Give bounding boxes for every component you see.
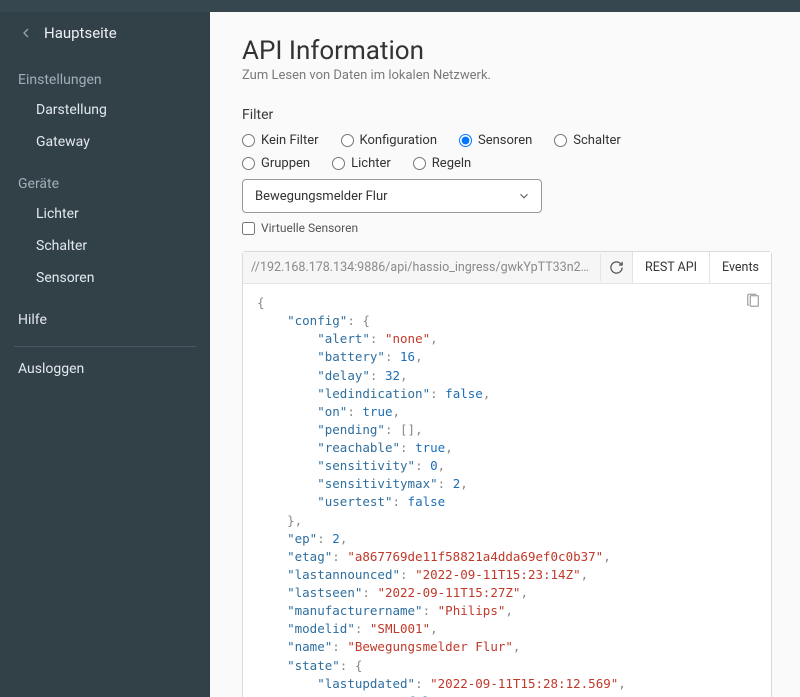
filter-radio-kein-filter[interactable]: Kein Filter <box>242 133 319 148</box>
filter-radio-regeln[interactable]: Regeln <box>413 156 471 171</box>
filter-radio-input[interactable] <box>332 157 345 170</box>
arrow-left-icon <box>18 25 34 41</box>
refresh-icon <box>609 260 624 275</box>
sidebar-group-title: Geräte <box>0 158 210 198</box>
sidebar-item-gateway[interactable]: Gateway <box>0 126 210 158</box>
filter-radio-gruppen[interactable]: Gruppen <box>242 156 310 171</box>
filter-radio-input[interactable] <box>413 157 426 170</box>
filter-radio-lichter[interactable]: Lichter <box>332 156 391 171</box>
api-panel: //192.168.178.134:9886/api/hassio_ingres… <box>242 251 772 697</box>
sidebar-logout[interactable]: Ausloggen <box>0 347 210 383</box>
filter-radio-input[interactable] <box>459 134 472 147</box>
filter-radio-label: Regeln <box>432 156 471 171</box>
copy-button[interactable] <box>745 292 761 314</box>
sidebar-item-schalter[interactable]: Schalter <box>0 230 210 262</box>
virtual-sensors-label: Virtuelle Sensoren <box>261 221 358 235</box>
sidebar-item-lichter[interactable]: Lichter <box>0 198 210 230</box>
sidebar-help[interactable]: Hilfe <box>0 294 210 334</box>
chevron-down-icon <box>517 189 531 203</box>
filter-heading: Filter <box>242 107 772 123</box>
events-tab[interactable]: Events <box>709 252 771 283</box>
sidebar: Hauptseite EinstellungenDarstellungGatew… <box>0 12 210 697</box>
page-subtitle: Zum Lesen von Daten im lokalen Netzwerk. <box>242 68 772 83</box>
refresh-button[interactable] <box>600 254 632 281</box>
filter-radio-label: Gruppen <box>261 156 310 171</box>
main-content: API Information Zum Lesen von Daten im l… <box>210 12 800 697</box>
sensor-select-value: Bewegungsmelder Flur <box>255 189 388 204</box>
api-url-bar[interactable]: //192.168.178.134:9886/api/hassio_ingres… <box>243 252 600 283</box>
filter-radio-input[interactable] <box>242 134 255 147</box>
filter-radio-input[interactable] <box>341 134 354 147</box>
sidebar-item-darstellung[interactable]: Darstellung <box>0 94 210 126</box>
filter-radio-input[interactable] <box>554 134 567 147</box>
clipboard-icon <box>745 292 761 310</box>
sidebar-item-sensoren[interactable]: Sensoren <box>0 262 210 294</box>
rest-api-tab[interactable]: REST API <box>632 252 709 283</box>
filter-radio-label: Kein Filter <box>261 133 319 148</box>
sidebar-group-title: Einstellungen <box>0 54 210 94</box>
filter-radio-input[interactable] <box>242 157 255 170</box>
filter-radio-konfiguration[interactable]: Konfiguration <box>341 133 437 148</box>
back-to-main[interactable]: Hauptseite <box>0 20 210 54</box>
page-title: API Information <box>242 36 772 66</box>
filter-radio-label: Sensoren <box>478 133 532 148</box>
filter-radio-schalter[interactable]: Schalter <box>554 133 620 148</box>
filter-radio-sensoren[interactable]: Sensoren <box>459 133 532 148</box>
virtual-sensors-checkbox[interactable]: Virtuelle Sensoren <box>242 221 772 235</box>
filter-radio-label: Konfiguration <box>360 133 437 148</box>
api-response-body: { "config": { "alert": "none", "battery"… <box>257 294 757 697</box>
filter-radio-label: Schalter <box>573 133 620 148</box>
sensor-select[interactable]: Bewegungsmelder Flur <box>242 179 542 213</box>
virtual-sensors-input[interactable] <box>242 222 255 235</box>
back-label: Hauptseite <box>44 24 117 42</box>
filter-radio-label: Lichter <box>351 156 391 171</box>
